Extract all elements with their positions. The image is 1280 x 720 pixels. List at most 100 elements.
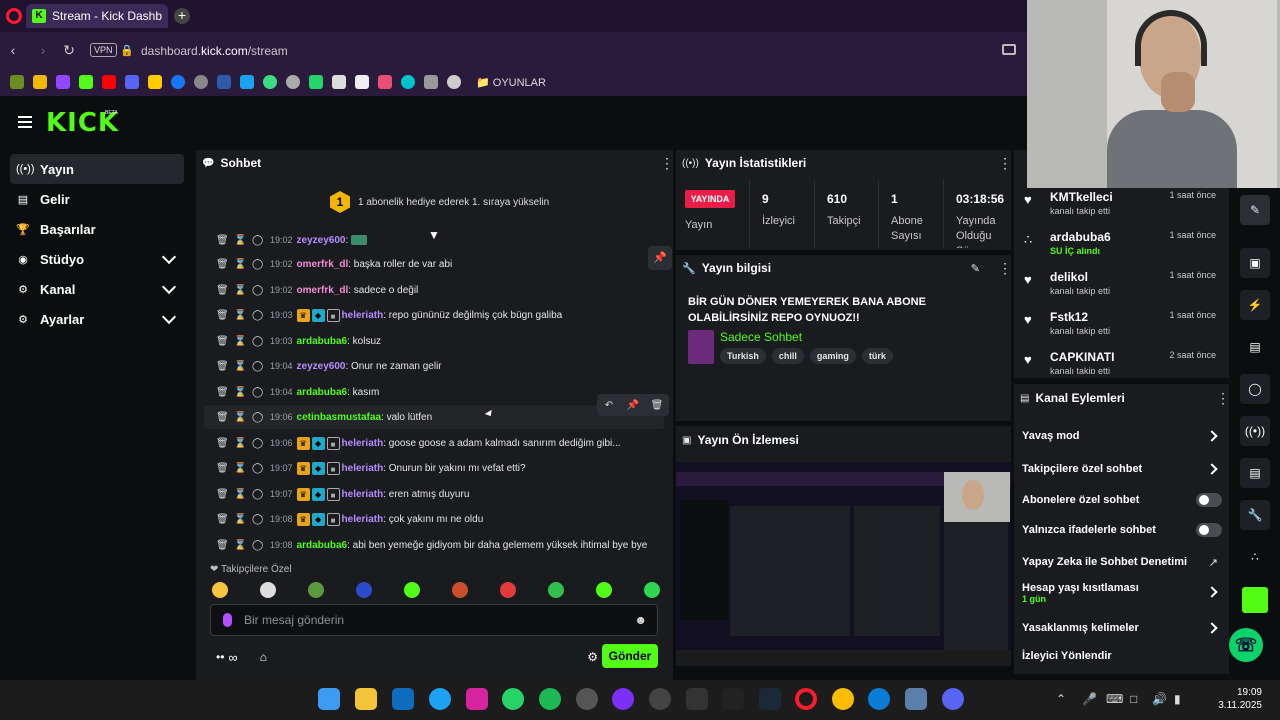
timeout-icon[interactable]: ⌛ <box>234 361 246 372</box>
timeout-icon[interactable]: ⌛ <box>234 235 246 246</box>
bookmark-icon[interactable] <box>401 75 415 89</box>
lock-icon[interactable]: 🔒 <box>120 44 134 57</box>
delete-message-icon[interactable]: 🗑 <box>645 400 669 411</box>
timeout-icon[interactable]: ⌛ <box>234 412 246 423</box>
category-name[interactable]: Sadece Sohbet <box>720 330 802 344</box>
app-icon[interactable] <box>576 688 598 710</box>
new-tab-icon[interactable]: + <box>174 8 190 24</box>
chat-message[interactable]: 🗑 ⌛ ◯ 19:07 ♛ ◆ ■ heleriath: Onurun bir yakı… <box>204 456 664 480</box>
bookmark-icon[interactable] <box>424 75 438 89</box>
facebook-bookmark-icon[interactable] <box>171 75 185 89</box>
emote-only-toggle[interactable] <box>1196 523 1222 537</box>
whatsapp-icon[interactable] <box>502 688 524 710</box>
layout-button[interactable]: ▤ <box>1240 458 1270 488</box>
store-icon[interactable]: ⌂ <box>260 650 267 664</box>
emote-only-action[interactable]: Yalnızca ifadelerle sohbet <box>1022 520 1222 540</box>
message-username[interactable]: omerfrk_dl <box>297 285 349 296</box>
chat-message[interactable]: 🗑 ⌛ ◯ 19:08 ardabuba6: abi ben yemeğe gidi… <box>204 533 664 554</box>
spotify-icon[interactable] <box>539 688 561 710</box>
help-support-icon[interactable]: ☏ <box>1229 628 1263 662</box>
url-field[interactable]: dashboard.kick.com/stream <box>141 44 288 58</box>
points-icon[interactable]: •• <box>216 650 224 664</box>
chat-message[interactable]: 🗑 ⌛ ◯ 19:08 ♛ ◆ ■ heleriath: çok yakını mı n… <box>204 507 664 531</box>
message-username[interactable]: heleriath <box>342 463 384 474</box>
instagram-icon[interactable] <box>466 688 488 710</box>
bookmark-icon[interactable] <box>33 75 47 89</box>
timeout-icon[interactable]: ⌛ <box>234 259 246 270</box>
bookmark-icon[interactable] <box>263 75 277 89</box>
ban-icon[interactable]: ◯ <box>252 235 263 246</box>
ban-icon[interactable]: ◯ <box>252 336 263 347</box>
timeout-icon[interactable]: ⌛ <box>234 387 246 398</box>
emote-icon[interactable] <box>356 582 372 598</box>
tag[interactable]: chill <box>771 348 804 364</box>
activity-name[interactable]: delikol <box>1050 270 1088 284</box>
chat-message[interactable]: 🗑 ⌛ ◯ 19:07 ♛ ◆ ■ heleriath: eren atmış duyu… <box>204 482 664 506</box>
emote-icon[interactable] <box>500 582 516 598</box>
chat-input[interactable]: Bir mesaj gönderin ☻ <box>210 604 658 636</box>
outlook-icon[interactable] <box>392 688 414 710</box>
kick-bookmark-icon[interactable] <box>79 75 93 89</box>
emote-icon[interactable] <box>260 582 276 598</box>
sidebar-item-basarilar[interactable]: 🏆 Başarılar <box>10 214 184 244</box>
ban-icon[interactable]: ◯ <box>252 361 263 372</box>
reload-icon[interactable]: ↻ <box>60 41 78 59</box>
ban-icon[interactable]: ◯ <box>252 514 263 525</box>
tag[interactable]: türk <box>861 348 893 364</box>
sidebar-item-ayarlar[interactable]: ⚙ Ayarlar <box>10 304 184 334</box>
opera-menu-icon[interactable] <box>6 8 22 24</box>
message-username[interactable]: ardabuba6 <box>297 387 348 398</box>
delete-icon[interactable]: 🗑 <box>216 387 229 398</box>
activity-name[interactable]: KMTkelleci <box>1050 190 1113 204</box>
emote-icon[interactable] <box>644 582 660 598</box>
app-icon[interactable] <box>905 688 927 710</box>
chat-message-list[interactable]: 🗑 ⌛ ◯ 19:02 zeyzey600: 🗑 ⌛ ◯ 19:02 omerfrk_d… <box>204 232 664 554</box>
category-thumbnail[interactable] <box>688 330 714 364</box>
ai-moderation-action[interactable]: Yapay Zeka ile Sohbet Denetimi ↗ <box>1022 552 1222 572</box>
kick-app-icon[interactable] <box>1242 587 1268 613</box>
chat-settings-icon[interactable]: ⚙ <box>587 650 598 664</box>
bookmark-icon[interactable] <box>240 75 254 89</box>
message-username[interactable]: heleriath <box>342 514 384 525</box>
delete-icon[interactable]: 🗑 <box>216 285 229 296</box>
message-username[interactable]: heleriath <box>342 438 384 449</box>
activity-item[interactable]: ♥ CAPKINATI kanalı takip etti 2 saat önc… <box>1024 350 1220 374</box>
back-icon[interactable]: ‹ <box>4 41 22 59</box>
ban-icon[interactable]: ◯ <box>252 259 263 270</box>
reply-icon[interactable]: ↶ <box>597 400 621 411</box>
stream-preview-video[interactable] <box>676 462 1011 660</box>
emote-icon[interactable] <box>596 582 612 598</box>
emote-icon[interactable] <box>548 582 564 598</box>
timeout-icon[interactable]: ⌛ <box>234 310 246 321</box>
message-username[interactable]: ardabuba6 <box>297 540 348 551</box>
chat-popout-button[interactable]: ◯ <box>1240 374 1270 404</box>
volume-icon[interactable]: 🔊 <box>1152 692 1167 706</box>
timeout-icon[interactable]: ⌛ <box>234 438 246 449</box>
bookmark-icon[interactable] <box>355 75 369 89</box>
delete-icon[interactable]: 🗑 <box>216 489 229 500</box>
ban-icon[interactable]: ◯ <box>252 540 263 551</box>
delete-icon[interactable]: 🗑 <box>216 540 229 551</box>
keyboard-icon[interactable]: ⌨ <box>1106 692 1123 706</box>
ban-icon[interactable]: ◯ <box>252 438 263 449</box>
delete-icon[interactable]: 🗑 <box>216 361 229 372</box>
more-options-icon[interactable]: ⋮ <box>998 156 1012 170</box>
sidebar-item-gelir[interactable]: ▤ Gelir <box>10 184 184 214</box>
delete-icon[interactable]: 🗑 <box>216 463 229 474</box>
bookmark-icon[interactable] <box>286 75 300 89</box>
message-username[interactable]: omerfrk_dl <box>297 259 349 270</box>
message-username[interactable]: zeyzey600 <box>297 361 346 372</box>
chat-message[interactable]: 🗑 ⌛ ◯ 19:06 ♛ ◆ ■ heleriath: goose goose a a… <box>204 431 664 455</box>
microphone-icon[interactable]: 🎤 <box>1082 692 1097 706</box>
ban-icon[interactable]: ◯ <box>252 387 263 398</box>
activity-name[interactable]: Fstk12 <box>1050 310 1088 324</box>
edit-layout-button[interactable]: ✎ <box>1240 195 1270 225</box>
chat-message[interactable]: 🗑 ⌛ ◯ 19:03 ♛ ◆ ■ heleriath: repo gününüz de… <box>204 303 664 327</box>
message-username[interactable]: heleriath <box>342 489 384 500</box>
bookmark-icon[interactable] <box>309 75 323 89</box>
bookmark-icon[interactable] <box>378 75 392 89</box>
more-options-icon[interactable]: ⋮ <box>660 156 674 170</box>
sidebar-item-kanal[interactable]: ⚙ Kanal <box>10 274 184 304</box>
sidebar-item-yayin[interactable]: ((•)) Yayın <box>10 154 184 184</box>
delete-icon[interactable]: 🗑 <box>216 514 229 525</box>
